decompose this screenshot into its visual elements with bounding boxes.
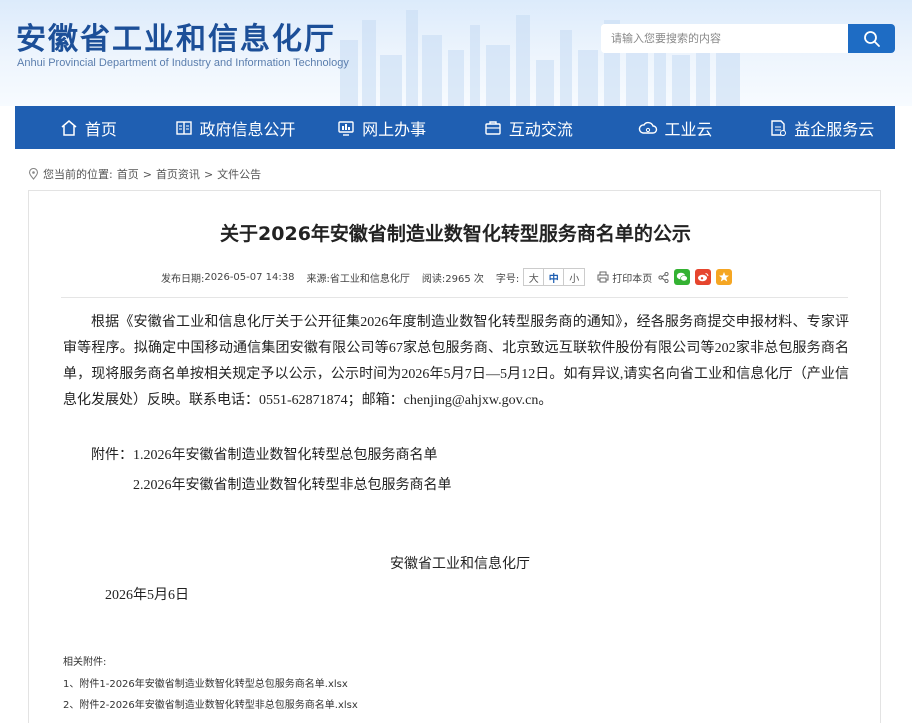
related-file-link[interactable]: 1、附件1-2026年安徽省制造业数智化转型总包服务商名单.xlsx <box>63 679 348 690</box>
print-button[interactable]: 打印本页 <box>597 270 652 285</box>
document-icon <box>771 119 787 136</box>
nav-item-enterprise-cloud[interactable]: 益企服务云 <box>748 106 895 149</box>
attachments-label: 附件： <box>91 448 133 463</box>
breadcrumb: 您当前的位置: 首页 > 首页资讯 > 文件公告 <box>28 166 261 182</box>
meta-divider <box>61 297 848 298</box>
qzone-share-icon[interactable] <box>716 269 733 285</box>
weibo-share-icon[interactable] <box>695 269 712 285</box>
site-subtitle: Anhui Provincial Department of Industry … <box>17 57 349 69</box>
home-icon <box>61 119 77 136</box>
main-nav: 首页 政府信息公开 网上办事 互动交流 工业云 益企服务云 <box>15 106 895 149</box>
related-file-link[interactable]: 2、附件2-2026年安徽省制造业数智化转型非总包服务商名单.xlsx <box>63 700 358 711</box>
nav-label: 工业云 <box>664 119 713 139</box>
site-title[interactable]: 安徽省工业和信息化厅 <box>16 14 336 58</box>
related-attachments-label: 相关附件: <box>63 657 107 668</box>
related-file-1: 1、附件1-2026年安徽省制造业数智化转型总包服务商名单.xlsx <box>63 675 348 690</box>
book-icon <box>175 120 192 135</box>
source-label: 来源: <box>306 273 330 285</box>
breadcrumb-separator: > <box>203 167 214 181</box>
briefcase-icon <box>485 120 501 135</box>
breadcrumb-separator: > <box>142 167 152 181</box>
article-title: 关于2026年安徽省制造业数智化转型服务商名单的公示 <box>220 223 691 245</box>
article-container: 关于2026年安徽省制造业数智化转型服务商名单的公示 发布日期: 2026-05… <box>28 190 881 723</box>
nav-item-interaction[interactable]: 互动交流 <box>455 106 602 149</box>
signature: 安徽省工业和信息化厅 <box>390 557 530 572</box>
font-size-selector: 大 中 小 <box>523 268 586 286</box>
nav-item-online-service[interactable]: 网上办事 <box>308 106 455 149</box>
font-size-medium[interactable]: 中 <box>544 269 565 285</box>
printer-icon <box>597 271 609 283</box>
fontsize-label: 字号: <box>495 273 520 285</box>
source-value: 省工业和信息化厅 <box>329 273 410 285</box>
article-meta: 发布日期: 2026-05-07 14:38 来源: 省工业和信息化厅 阅读: … <box>161 268 733 286</box>
date-label: 发布日期: <box>161 273 205 285</box>
search-icon <box>863 30 880 47</box>
attachment-item-1: 1.2026年安徽省制造业数智化转型总包服务商名单 <box>133 448 438 463</box>
nav-label: 网上办事 <box>362 119 427 139</box>
search-input[interactable] <box>601 24 849 53</box>
search-box <box>601 24 895 53</box>
nav-label: 益企服务云 <box>794 119 875 139</box>
article-body: 根据《安徽省工业和信息化厅关于公开征集2026年度制造业数智化转型服务商的通知》… <box>63 315 849 408</box>
nav-item-home[interactable]: 首页 <box>15 106 162 149</box>
share-bar <box>658 269 733 285</box>
attachment-line-1: 附件：1.2026年安徽省制造业数智化转型总包服务商名单 <box>91 444 438 464</box>
skyline-decoration <box>340 10 740 106</box>
related-file-2: 2、附件2-2026年安徽省制造业数智化转型非总包服务商名单.xlsx <box>63 696 358 711</box>
monitor-icon <box>338 120 354 136</box>
breadcrumb-news[interactable]: 首页资讯 <box>156 166 200 182</box>
cloud-icon <box>638 121 657 134</box>
views-label: 阅读: <box>421 273 446 285</box>
sign-date: 2026年5月6日 <box>105 588 189 603</box>
nav-label: 政府信息公开 <box>199 119 296 139</box>
nav-item-gov-info[interactable]: 政府信息公开 <box>162 106 309 149</box>
nav-label: 首页 <box>84 119 117 139</box>
site-header: 安徽省工业和信息化厅 Anhui Provincial Department o… <box>0 0 912 106</box>
font-size-large[interactable]: 大 <box>524 269 545 285</box>
breadcrumb-home[interactable]: 首页 <box>117 166 139 182</box>
wechat-share-icon[interactable] <box>674 269 691 285</box>
breadcrumb-announcements[interactable]: 文件公告 <box>217 166 261 182</box>
location-pin-icon <box>28 168 39 180</box>
share-icon <box>658 271 669 283</box>
search-button[interactable] <box>848 24 895 53</box>
attachment-item-2: 2.2026年安徽省制造业数智化转型非总包服务商名单 <box>133 478 452 493</box>
font-size-small[interactable]: 小 <box>564 269 584 285</box>
nav-item-industry-cloud[interactable]: 工业云 <box>602 106 749 149</box>
views-count: 2965 次 <box>445 273 484 285</box>
nav-label: 互动交流 <box>508 119 573 139</box>
publish-date: 2026-05-07 14:38 <box>204 271 295 283</box>
print-label: 打印本页 <box>612 273 653 285</box>
breadcrumb-prefix: 您当前的位置: <box>43 168 113 181</box>
